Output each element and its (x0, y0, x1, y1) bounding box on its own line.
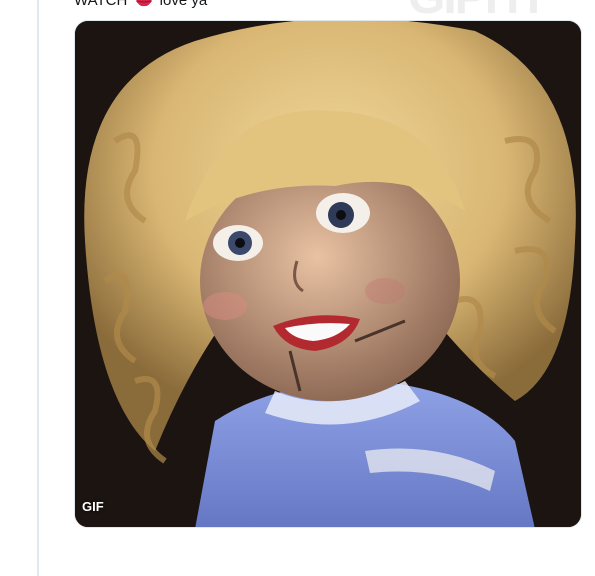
doll-image (75, 21, 581, 527)
tweet-text: WATCH love ya (74, 0, 207, 14)
gif-badge: GIF (82, 499, 104, 514)
thread-line (37, 0, 39, 576)
lips-icon (135, 0, 153, 14)
tweet-text-start: WATCH (74, 0, 128, 9)
tweet-text-end: love ya (159, 0, 208, 9)
gif-media[interactable] (74, 20, 582, 528)
